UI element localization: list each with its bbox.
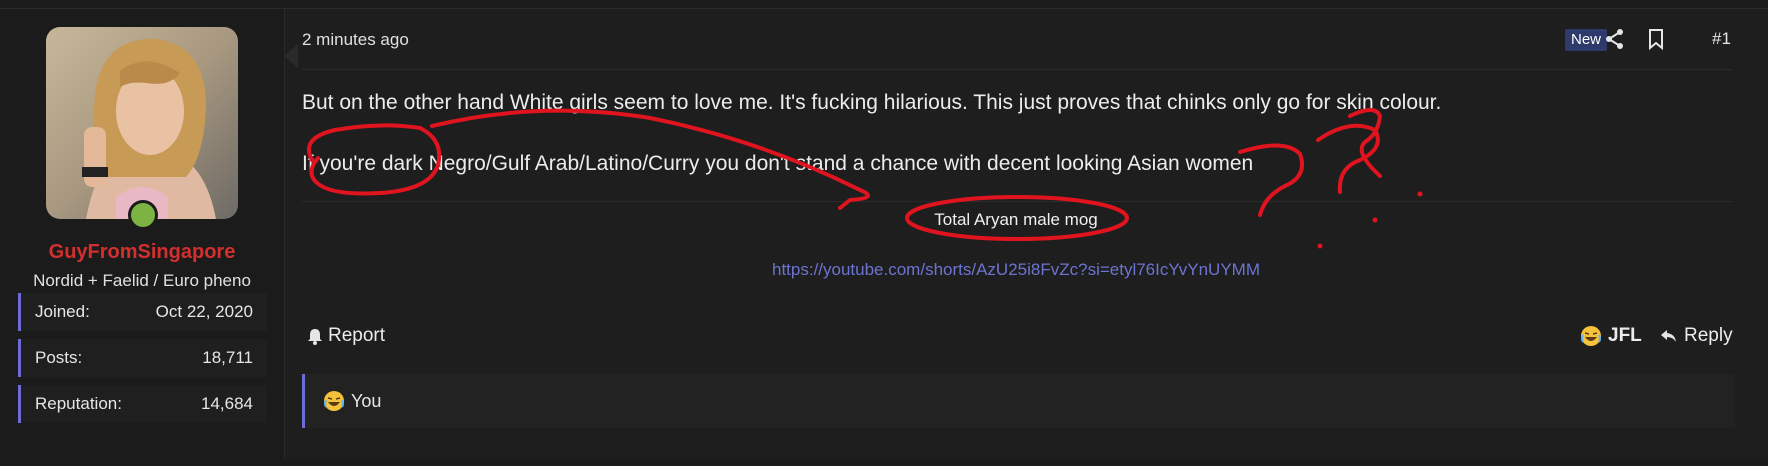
post-timestamp[interactable]: 2 minutes ago — [302, 30, 409, 50]
signature-link[interactable]: https://youtube.com/shorts/AzU25i8FvZc?s… — [0, 260, 1768, 280]
stat-joined: Joined: Oct 22, 2020 — [18, 293, 267, 331]
reply-label: Reply — [1684, 325, 1733, 346]
stat-posts: Posts: 18,711 — [18, 339, 267, 377]
reply-button[interactable]: Reply — [1660, 325, 1733, 347]
bookmark-icon[interactable] — [1645, 28, 1667, 51]
laughing-crying-emoji-icon — [1581, 326, 1601, 346]
share-icon[interactable] — [1604, 28, 1626, 50]
stat-reputation: Reputation: 14,684 — [18, 385, 267, 423]
reactions-bar[interactable]: You — [302, 374, 1735, 428]
bell-icon — [308, 329, 322, 345]
reply-arrow-icon — [1661, 330, 1676, 342]
react-jfl-button[interactable]: JFL — [1580, 325, 1642, 347]
signature-divider — [302, 201, 1732, 202]
reaction-users: You — [351, 390, 382, 411]
avatar[interactable] — [46, 27, 238, 219]
post-pointer — [284, 44, 298, 68]
report-button[interactable]: Report — [306, 325, 385, 347]
reaction-summary[interactable]: You — [323, 390, 381, 412]
divider — [302, 69, 1732, 70]
post-paragraph: If you're dark Negro/Gulf Arab/Latino/Cu… — [302, 152, 1254, 175]
stat-value: Oct 22, 2020 — [155, 302, 253, 321]
user-info-column: GuyFromSingapore Nordid + Faelid / Euro … — [0, 9, 285, 459]
post-number-link[interactable]: #1 — [1712, 29, 1731, 49]
avatar-image — [46, 27, 238, 219]
signature-text: Total Aryan male mog — [934, 210, 1098, 229]
report-label: Report — [328, 325, 386, 346]
stat-label: Posts: — [35, 348, 83, 367]
new-badge: New — [1565, 29, 1608, 51]
stat-label: Reputation: — [35, 394, 122, 413]
stat-value: 18,711 — [202, 348, 253, 367]
post-paragraph: But on the other hand White girls seem t… — [302, 91, 1442, 114]
stat-label: Joined: — [35, 302, 90, 321]
react-label: JFL — [1608, 325, 1642, 346]
stat-value: 14,684 — [201, 394, 253, 413]
laughing-crying-emoji-icon — [324, 391, 344, 411]
